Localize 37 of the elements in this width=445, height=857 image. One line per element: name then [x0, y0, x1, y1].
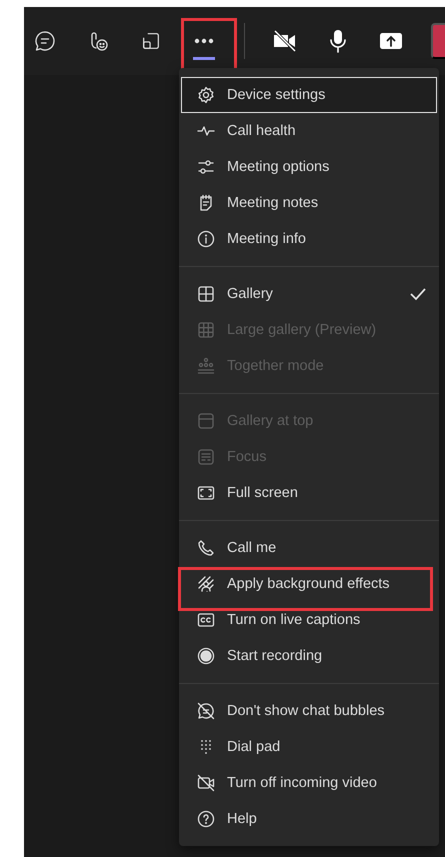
menu-item[interactable]: Device settings	[181, 77, 437, 113]
menu-item[interactable]: Meeting notes	[179, 185, 439, 221]
menu-item[interactable]: Dial pad	[179, 729, 439, 765]
more-icon	[193, 38, 215, 44]
window-icon	[140, 30, 162, 52]
menu-item[interactable]: Turn on live captions	[179, 602, 439, 638]
camera-off-icon	[197, 774, 215, 792]
menu-item[interactable]: Meeting options	[179, 149, 439, 185]
microphone-icon	[327, 28, 349, 54]
fullscreen-icon	[197, 484, 215, 502]
phone-icon	[197, 539, 215, 557]
sliders-icon	[197, 158, 215, 176]
menu-item[interactable]: Call me	[179, 530, 439, 566]
chat-bubble-icon	[33, 29, 57, 53]
menu-item[interactable]: Start recording	[179, 638, 439, 674]
menu-item[interactable]: Turn off incoming video	[179, 765, 439, 801]
people-icon	[197, 357, 215, 375]
menu-item[interactable]: Full screen	[179, 475, 439, 511]
background-effects-icon	[197, 575, 215, 593]
grid-icon	[197, 321, 215, 339]
layout-icon	[197, 412, 215, 430]
captions-icon	[197, 611, 215, 629]
upload-icon	[379, 31, 403, 51]
menu-item[interactable]: Gallery	[179, 276, 439, 312]
info-icon	[197, 230, 215, 248]
chat-off-icon	[197, 702, 215, 720]
menu-item[interactable]: Don't show chat bubbles	[179, 693, 439, 729]
layout-icon	[197, 448, 215, 466]
camera-off-icon	[272, 29, 298, 53]
menu-item[interactable]: Meeting info	[179, 221, 439, 257]
gear-icon	[197, 86, 215, 104]
record-icon	[197, 647, 215, 665]
grid-icon	[197, 285, 215, 303]
help-icon	[197, 810, 215, 828]
menu-item[interactable]: Call health	[179, 113, 439, 149]
menu-item[interactable]: Help	[179, 801, 439, 837]
menu-item[interactable]: Apply background effects	[179, 566, 439, 602]
